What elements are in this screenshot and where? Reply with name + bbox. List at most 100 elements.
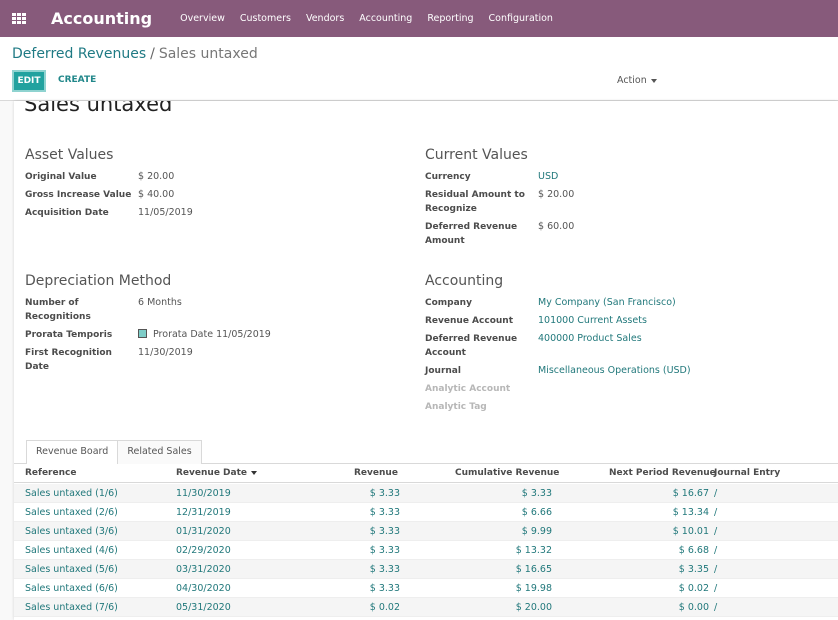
- col-cumulative-revenue[interactable]: Cumulative Revenue: [455, 468, 559, 478]
- analytic-tag-label: Analytic Tag: [425, 402, 487, 412]
- cell-next-period: $ 6.68: [678, 545, 709, 556]
- record-title: Sales untaxed: [24, 101, 173, 116]
- prorata-label: Prorata Temporis: [25, 330, 113, 340]
- menu-reporting[interactable]: Reporting: [427, 13, 473, 24]
- cell-reference: Sales untaxed (3/6): [25, 526, 118, 537]
- residual-amount-label: Residual Amount to Recognize: [425, 190, 525, 214]
- table-row[interactable]: Sales untaxed (2/6) 12/31/2019 $ 3.33 $ …: [14, 503, 838, 522]
- company-link[interactable]: My Company (San Francisco): [538, 296, 676, 310]
- menu-customers[interactable]: Customers: [240, 13, 291, 24]
- cell-reference: Sales untaxed (5/6): [25, 564, 118, 575]
- currency-link[interactable]: USD: [538, 170, 558, 184]
- cell-cumulative: $ 16.65: [515, 564, 552, 575]
- cell-revenue: $ 3.33: [369, 488, 400, 499]
- table-row[interactable]: Sales untaxed (5/6) 03/31/2020 $ 3.33 $ …: [14, 560, 838, 579]
- accounting-title: Accounting: [425, 273, 504, 289]
- table-row[interactable]: Sales untaxed (6/6) 04/30/2020 $ 3.33 $ …: [14, 579, 838, 598]
- menu-overview[interactable]: Overview: [180, 13, 225, 24]
- cell-date: 11/30/2019: [176, 488, 231, 499]
- cell-date: 01/31/2020: [176, 526, 231, 537]
- recognitions-value: 6 Months: [138, 297, 182, 308]
- currency-label: Currency: [425, 172, 471, 182]
- cell-reference: Sales untaxed (1/6): [25, 488, 118, 499]
- table-row[interactable]: Sales untaxed (3/6) 01/31/2020 $ 3.33 $ …: [14, 522, 838, 541]
- cell-revenue: $ 3.33: [369, 545, 400, 556]
- acquisition-date: 11/05/2019: [138, 207, 193, 218]
- col-journal-entry[interactable]: Journal Entry: [714, 468, 780, 478]
- cell-next-period: $ 0.02: [678, 583, 709, 594]
- cell-cumulative: $ 20.00: [515, 602, 552, 613]
- cell-revenue: $ 3.33: [369, 526, 400, 537]
- prorata-field[interactable]: Prorata Date 11/05/2019: [138, 328, 271, 342]
- cell-next-period: $ 16.67: [672, 488, 709, 499]
- action-dropdown[interactable]: Action: [617, 75, 657, 86]
- menu-accounting[interactable]: Accounting: [359, 13, 412, 24]
- tab-revenue-board[interactable]: Revenue Board: [26, 440, 119, 464]
- cell-journal-entry: /: [714, 507, 718, 518]
- breadcrumb-parent-link[interactable]: Deferred Revenues: [12, 46, 146, 62]
- cell-next-period: $ 0.00: [678, 602, 709, 613]
- caret-down-icon: [650, 78, 657, 83]
- first-recognition-label: First Recognition Date: [25, 348, 112, 372]
- create-button[interactable]: CREATE: [58, 75, 96, 85]
- menu-vendors[interactable]: Vendors: [306, 13, 344, 24]
- cell-date: 02/29/2020: [176, 545, 231, 556]
- cell-reference: Sales untaxed (4/6): [25, 545, 118, 556]
- deferred-amount-label: Deferred Revenue Amount: [425, 222, 518, 246]
- cell-next-period: $ 13.34: [672, 507, 709, 518]
- company-label: Company: [425, 298, 472, 308]
- cell-journal-entry: /: [714, 583, 718, 594]
- cell-revenue: $ 3.33: [369, 583, 400, 594]
- original-value: $ 20.00: [138, 171, 175, 182]
- deferred-account-label: Deferred Revenue Account: [425, 334, 518, 358]
- cell-cumulative: $ 3.33: [521, 488, 552, 499]
- breadcrumb-current: Sales untaxed: [158, 46, 258, 62]
- tab-related-sales[interactable]: Related Sales: [118, 440, 202, 464]
- cell-cumulative: $ 6.66: [521, 507, 552, 518]
- app-title[interactable]: Accounting: [51, 9, 152, 28]
- cell-date: 05/31/2020: [176, 602, 231, 613]
- original-value-label: Original Value: [25, 172, 97, 182]
- prorata-checkbox[interactable]: [138, 329, 147, 338]
- breadcrumb-separator: /: [150, 46, 155, 62]
- cell-journal-entry: /: [714, 602, 718, 613]
- cell-cumulative: $ 9.99: [521, 526, 552, 537]
- cell-revenue: $ 0.02: [369, 602, 400, 613]
- cell-next-period: $ 10.01: [672, 526, 709, 537]
- cell-revenue: $ 3.33: [369, 564, 400, 575]
- table-row[interactable]: Sales untaxed (7/6) 05/31/2020 $ 0.02 $ …: [14, 598, 838, 617]
- table-row[interactable]: Sales untaxed (1/6) 11/30/2019 $ 3.33 $ …: [14, 484, 838, 503]
- table-header: Reference Revenue Date Revenue Cumulativ…: [14, 464, 838, 483]
- cell-journal-entry: /: [714, 545, 718, 556]
- apps-grid-icon[interactable]: [12, 12, 26, 25]
- cell-date: 03/31/2020: [176, 564, 231, 575]
- form-sheet: Sales untaxed Asset Values Original Valu…: [14, 101, 838, 620]
- journal-label: Journal: [425, 366, 461, 376]
- cell-next-period: $ 3.35: [678, 564, 709, 575]
- deferred-amount: $ 60.00: [538, 221, 575, 232]
- depreciation-method-title: Depreciation Method: [25, 273, 172, 289]
- menu-configuration[interactable]: Configuration: [489, 13, 553, 24]
- gross-increase-label: Gross Increase Value: [25, 190, 132, 200]
- col-revenue-date[interactable]: Revenue Date: [176, 468, 258, 478]
- cell-journal-entry: /: [714, 564, 718, 575]
- current-values-title: Current Values: [425, 147, 528, 163]
- journal-link[interactable]: Miscellaneous Operations (USD): [538, 364, 691, 378]
- notebook-tabs: Revenue Board Related Sales: [26, 440, 202, 464]
- cell-journal-entry: /: [714, 488, 718, 499]
- col-reference[interactable]: Reference: [25, 468, 76, 478]
- analytic-account-label: Analytic Account: [425, 384, 511, 394]
- col-revenue-date-label: Revenue Date: [176, 468, 248, 478]
- cell-cumulative: $ 13.32: [515, 545, 552, 556]
- revenue-account-link[interactable]: 101000 Current Assets: [538, 314, 647, 328]
- col-next-period-revenue[interactable]: Next Period Revenue: [609, 468, 716, 478]
- edit-button[interactable]: EDIT: [12, 70, 46, 92]
- deferred-account-link[interactable]: 400000 Product Sales: [538, 332, 642, 346]
- cell-date: 12/31/2019: [176, 507, 231, 518]
- sort-desc-icon: [251, 470, 258, 475]
- col-revenue[interactable]: Revenue: [354, 468, 398, 478]
- recognitions-label: Number of Recognitions: [25, 298, 91, 322]
- first-recognition-date: 11/30/2019: [138, 347, 193, 358]
- top-navbar: Accounting Overview Customers Vendors Ac…: [0, 0, 838, 37]
- table-row[interactable]: Sales untaxed (4/6) 02/29/2020 $ 3.33 $ …: [14, 541, 838, 560]
